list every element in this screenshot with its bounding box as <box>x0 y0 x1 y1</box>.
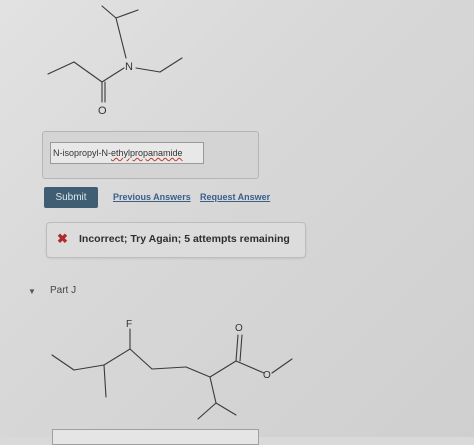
triangle-down-icon[interactable]: ▼ <box>28 288 36 296</box>
answer-text-plain: N-isopropyl-N- <box>53 148 112 158</box>
answer-input[interactable]: N-isopropyl-N-ethylpropanamide <box>50 142 204 164</box>
molecule-part-j: F O O <box>40 315 300 420</box>
atom-o-carbonyl: O <box>235 323 243 334</box>
answer-box: N-isopropyl-N-ethylpropanamide <box>42 131 259 179</box>
page: N O N-isopropyl-N-ethylpropanamide Submi… <box>0 0 474 445</box>
atom-f: F <box>126 319 132 330</box>
feedback-text: Incorrect; Try Again; 5 attempts remaini… <box>79 233 290 245</box>
request-answer-link[interactable]: Request Answer <box>200 192 270 202</box>
atom-n: N <box>125 61 133 73</box>
part-j-answer-input[interactable] <box>52 429 259 445</box>
x-icon: ✖ <box>57 231 68 246</box>
part-j-label[interactable]: Part J <box>50 285 76 296</box>
molecule-top: N O <box>40 0 200 120</box>
submit-button[interactable]: Submit <box>44 187 98 208</box>
atom-o: O <box>98 105 107 117</box>
answer-text-misspelled: ethylpropanamide <box>111 148 183 158</box>
atom-o-ester: O <box>263 370 271 381</box>
previous-answers-link[interactable]: Previous Answers <box>113 192 191 202</box>
feedback-box: ✖ Incorrect; Try Again; 5 attempts remai… <box>46 222 306 258</box>
